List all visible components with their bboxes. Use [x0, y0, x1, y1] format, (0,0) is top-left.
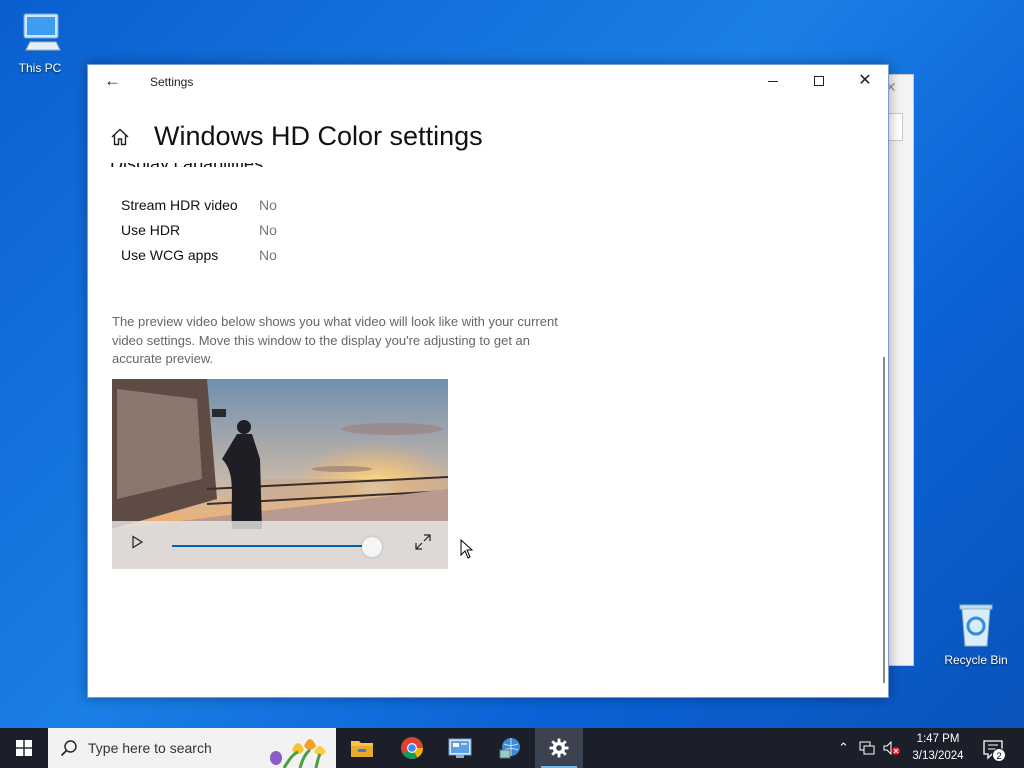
search-icon	[60, 740, 77, 757]
home-icon[interactable]	[110, 127, 130, 147]
capability-row: Stream HDR video No	[121, 192, 277, 217]
preview-description: The preview video below shows you what v…	[112, 314, 558, 366]
file-explorer-icon	[351, 741, 373, 757]
title-bar[interactable]: ← Settings ✕	[88, 65, 888, 99]
notification-count-badge: 2	[992, 748, 1006, 762]
taskbar-network-app[interactable]	[486, 728, 534, 768]
search-placeholder: Type here to search	[88, 740, 212, 756]
clock-date: 3/13/2024	[912, 750, 964, 762]
mouse-cursor-icon	[460, 539, 474, 559]
page-title: Windows HD Color settings	[154, 121, 483, 151]
chevron-up-icon[interactable]: ⌃	[838, 740, 849, 756]
capability-value: No	[259, 196, 277, 213]
taskbar-chrome[interactable]	[388, 728, 436, 768]
minimize-button[interactable]	[750, 65, 796, 97]
close-icon: ✕	[858, 72, 872, 89]
video-progress-track[interactable]	[172, 545, 372, 547]
capability-value: No	[259, 246, 277, 263]
taskbar-control-panel[interactable]	[436, 728, 484, 768]
capability-label: Use WCG apps	[121, 246, 219, 263]
capability-row: Use HDR No	[121, 217, 277, 242]
scrollbar[interactable]	[883, 357, 885, 683]
back-arrow-icon[interactable]: ←	[104, 71, 121, 91]
desktop-icon-this-pc[interactable]: This PC	[0, 10, 80, 75]
network-globe-icon	[499, 738, 520, 759]
capability-row: Use WCG apps No	[121, 242, 277, 267]
minimize-icon	[768, 80, 778, 82]
system-tray: ⌃	[838, 728, 901, 768]
clock-time: 1:47 PM	[916, 733, 960, 745]
video-controls	[112, 521, 448, 569]
play-icon[interactable]	[130, 535, 144, 549]
start-button[interactable]	[0, 728, 48, 768]
chrome-icon	[401, 737, 423, 759]
page-header: Windows HD Color settings	[110, 121, 483, 152]
control-panel-icon	[448, 738, 472, 758]
network-icon[interactable]	[859, 741, 875, 755]
windows-logo-icon	[16, 740, 32, 756]
recycle-bin-icon	[959, 604, 993, 647]
maximize-button[interactable]	[796, 65, 842, 97]
preview-video[interactable]	[112, 379, 448, 569]
computer-icon	[23, 13, 61, 51]
video-progress-thumb[interactable]	[362, 537, 382, 557]
capability-label: Stream HDR video	[121, 196, 238, 213]
taskbar-clock[interactable]: 1:47 PM 3/13/2024	[906, 731, 970, 765]
settings-gear-icon	[549, 738, 569, 758]
maximize-icon	[814, 76, 824, 86]
desktop-icon-label: Recycle Bin	[944, 653, 1008, 667]
taskbar-settings[interactable]	[535, 728, 583, 768]
close-button[interactable]: ✕	[842, 65, 888, 97]
taskbar-search-box[interactable]: Type here to search	[48, 728, 336, 768]
taskbar: Type here to search ⌃ 1:47 PM 3/13/2024 …	[0, 728, 1024, 768]
section-title: Display capabilities	[110, 154, 264, 167]
fullscreen-icon[interactable]	[414, 533, 432, 551]
tulips-decoration-icon	[270, 739, 326, 768]
capability-label: Use HDR	[121, 221, 181, 238]
desktop-icon-recycle-bin[interactable]: Recycle Bin	[936, 602, 1016, 667]
window-title: Settings	[150, 75, 194, 89]
volume-muted-icon[interactable]	[883, 741, 901, 755]
desktop-icon-label: This PC	[18, 61, 62, 75]
settings-window: ← Settings ✕ Windows HD Color settings D…	[87, 64, 889, 698]
capability-value: No	[259, 221, 277, 238]
capabilities-list: Stream HDR video No Use HDR No Use WCG a…	[121, 192, 277, 267]
taskbar-file-explorer[interactable]	[338, 728, 386, 768]
